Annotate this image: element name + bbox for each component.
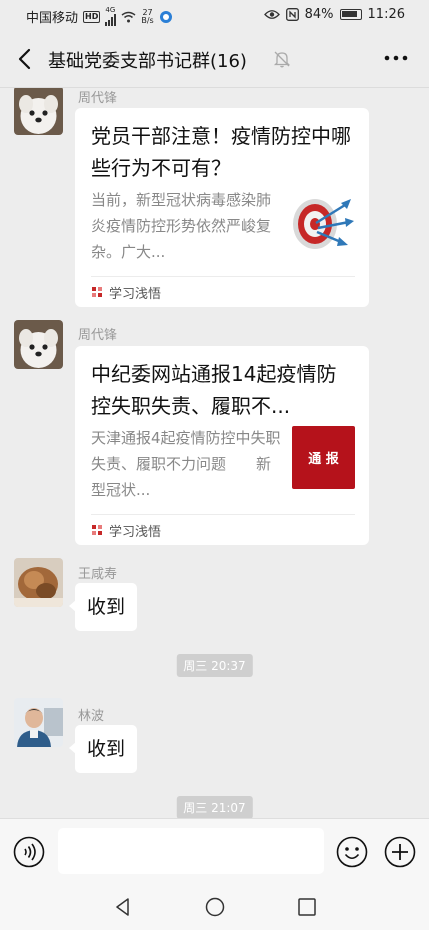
emoji-icon[interactable]: [336, 836, 368, 868]
source-name: 学习浅悟: [109, 287, 162, 302]
time-divider: 周三 20:37: [176, 654, 253, 677]
article-thumbnail: 通 报: [292, 426, 355, 489]
article-card[interactable]: 中纪委网站通报14起疫情防控失职失责、履职不... 天津通报4起疫情防控中失职失…: [75, 346, 369, 545]
battery-percent: 84%: [304, 7, 334, 22]
add-more-icon[interactable]: [384, 836, 416, 868]
system-nav-bar: [0, 884, 429, 930]
time-divider: 周三 21:07: [176, 796, 253, 818]
chat-title: 基础党委支部书记群(16): [48, 51, 247, 72]
nav-recent-apps-icon[interactable]: [296, 896, 318, 918]
text-message-bubble[interactable]: 收到: [68, 725, 138, 773]
message-input[interactable]: [58, 828, 324, 874]
status-bar: 中国移动 HD 4G 27 B/s 84% 11:26: [0, 0, 429, 30]
card-divider: [91, 514, 355, 515]
article-thumbnail: [289, 190, 355, 256]
message-list[interactable]: 周代锋 党员干部注意！疫情防控中哪些行为不可有？ 当前，新型冠状病毒感染肺炎疫情…: [0, 88, 429, 818]
nav-back-icon[interactable]: [112, 896, 134, 918]
voice-input-icon[interactable]: [13, 836, 45, 868]
avatar[interactable]: [14, 558, 63, 607]
avatar[interactable]: [14, 320, 63, 369]
time-divider-label: 周三 21:07: [183, 801, 246, 815]
dog-avatar-icon: [14, 320, 63, 369]
article-desc: 天津通报4起疫情防控中失职失责、履职不力问题 新型冠状...: [91, 429, 281, 499]
clock: 11:26: [367, 7, 405, 22]
pet-avatar-icon: [14, 558, 63, 607]
article-title: 党员干部注意！疫情防控中哪些行为不可有？: [91, 124, 351, 180]
article-card[interactable]: 党员干部注意！疫情防控中哪些行为不可有？ 当前，新型冠状病毒感染肺炎疫情防控形势…: [75, 108, 369, 307]
input-bar: [0, 818, 429, 884]
wifi-icon: [121, 11, 136, 22]
sender-name: 周代锋: [78, 91, 118, 106]
article-source: 学习浅悟: [91, 521, 161, 540]
eye-comfort-icon: [263, 10, 280, 19]
article-desc: 当前，新型冠状病毒感染肺炎疫情防控形势依然严峻复杂。广大...: [91, 191, 272, 261]
source-logo-icon: [92, 525, 102, 535]
source-name: 学习浅悟: [109, 525, 162, 540]
app-notification-icon: [159, 10, 172, 23]
chat-header: 基础党委支部书记群(16): [0, 30, 429, 88]
avatar[interactable]: [14, 698, 63, 747]
mute-bell-icon: [273, 51, 291, 68]
sender-name: 王咸寿: [78, 567, 118, 582]
more-options-icon[interactable]: [383, 48, 409, 68]
network-type-label: 4G: [105, 6, 116, 14]
hd-badge: HD: [83, 10, 101, 23]
article-title: 中纪委网站通报14起疫情防控失职失责、履职不...: [91, 362, 337, 418]
source-logo-icon: [92, 287, 102, 297]
net-speed-unit: B/s: [141, 15, 154, 25]
sender-name: 周代锋: [78, 328, 118, 343]
card-divider: [91, 276, 355, 277]
thumbnail-label: 通 报: [308, 452, 339, 467]
text-message-bubble[interactable]: 收到: [68, 583, 138, 631]
sender-name: 林波: [78, 709, 105, 724]
article-source: 学习浅悟: [91, 283, 161, 302]
signal-icon: [105, 14, 117, 26]
avatar[interactable]: [14, 88, 63, 135]
back-icon[interactable]: [14, 46, 38, 72]
carrier-label: 中国移动: [26, 11, 79, 26]
battery-icon: [339, 9, 362, 20]
person-avatar-icon: [14, 698, 63, 747]
time-divider-label: 周三 20:37: [183, 659, 246, 673]
nav-home-icon[interactable]: [204, 896, 226, 918]
target-darts-icon: [289, 190, 355, 256]
nfc-icon: [285, 8, 299, 21]
dog-avatar-icon: [14, 88, 63, 135]
